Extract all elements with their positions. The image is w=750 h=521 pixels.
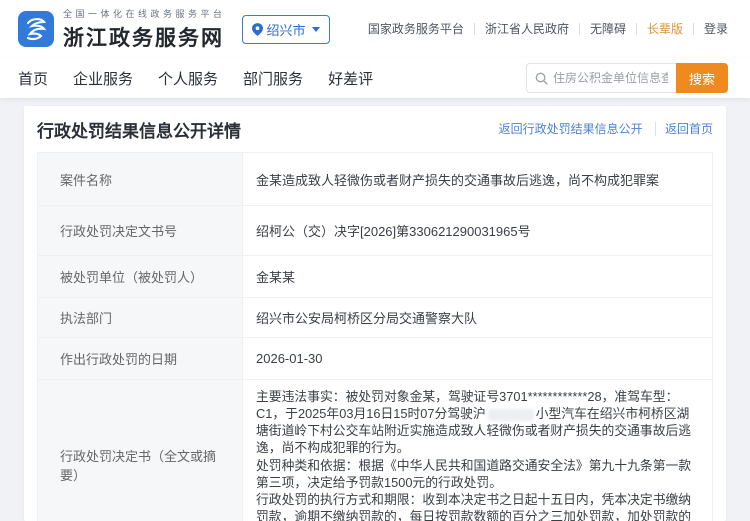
search-button[interactable]: 搜索 — [676, 63, 728, 93]
site-logo-icon — [18, 11, 54, 47]
content-area: 行政处罚结果信息公开详情 返回行政处罚结果信息公开 返回首页 案件名称 金某造成… — [0, 98, 750, 521]
field-label: 行政处罚决定文书号 — [37, 205, 243, 256]
field-label: 执法部门 — [37, 297, 243, 338]
table-row: 案件名称 金某造成致人轻微伤或者财产损失的交通事故后逃逸，尚不构成犯罪案 — [37, 152, 713, 206]
city-selector-label: 绍兴市 — [266, 22, 306, 38]
nav-item-rating[interactable]: 好差评 — [328, 68, 373, 89]
search-box: 搜索 — [526, 63, 728, 93]
chevron-down-icon — [311, 26, 320, 32]
nav-item-department-services[interactable]: 部门服务 — [243, 68, 303, 89]
field-label: 被处罚单位（被处罚人） — [37, 255, 243, 298]
search-field[interactable] — [526, 63, 676, 93]
nav-item-enterprise-services[interactable]: 企业服务 — [73, 68, 133, 89]
brand-text: 全国一体化在线政务服务平台 浙江政务服务网 — [63, 7, 226, 52]
header-links: 返回行政处罚结果信息公开 返回首页 — [490, 122, 713, 136]
decision-paragraph-execution: 行政处罚的执行方式和期限：收到本决定书之日起十五日内，凭本决定书缴纳罚款，逾期不… — [256, 491, 692, 521]
back-to-list-link[interactable]: 返回行政处罚结果信息公开 — [490, 122, 652, 136]
link-elder-version[interactable]: 长辈版 — [635, 23, 693, 35]
card-header: 行政处罚结果信息公开详情 返回行政处罚结果信息公开 返回首页 — [37, 106, 713, 152]
decision-paragraph-basis: 处罚种类和依据：根据《中华人民共和国道路交通安全法》第九十九条第一款第三项，决定… — [256, 457, 692, 490]
site-name: 浙江政务服务网 — [63, 25, 224, 50]
nav-bar: 首页 企业服务 个人服务 部门服务 好差评 搜索 — [0, 58, 750, 98]
field-value: 2026-01-30 — [242, 337, 713, 380]
search-input[interactable] — [553, 71, 668, 85]
table-row: 作出行政处罚的日期 2026-01-30 — [37, 337, 713, 380]
table-row: 被处罚单位（被处罚人） 金某某 — [37, 255, 713, 298]
table-row: 执法部门 绍兴市公安局柯桥区分局交通警察大队 — [37, 297, 713, 338]
field-value: 金某某 — [242, 255, 713, 298]
nav-items: 首页 企业服务 个人服务 部门服务 好差评 — [18, 68, 373, 89]
table-row: 行政处罚决定文书号 绍柯公（交）决字[2026]第330621290031965… — [37, 205, 713, 256]
nav-item-home[interactable]: 首页 — [18, 68, 48, 89]
link-accessibility[interactable]: 无障碍 — [578, 23, 636, 35]
field-label: 案件名称 — [37, 152, 243, 206]
link-provincial-government[interactable]: 浙江省人民政府 — [473, 23, 579, 35]
detail-card: 行政处罚结果信息公开详情 返回行政处罚结果信息公开 返回首页 案件名称 金某造成… — [24, 106, 726, 521]
location-pin-icon — [251, 22, 263, 36]
search-icon — [535, 72, 548, 85]
table-row-decision: 行政处罚决定书（全文或摘要） 主要违法事实：被处罚对象金某，驾驶证号3701**… — [37, 378, 713, 521]
field-value: 绍柯公（交）决字[2026]第330621290031965号 — [242, 205, 713, 256]
top-links: 国家政务服务平台 浙江省人民政府 无障碍 长辈版 登录 — [358, 23, 728, 35]
decision-paragraph-facts: 主要违法事实：被处罚对象金某，驾驶证号3701************28，准驾… — [256, 389, 692, 456]
decision-text: 主要违法事实：被处罚对象金某，驾驶证号3701************28，准驾… — [242, 378, 713, 521]
field-label: 作出行政处罚的日期 — [37, 337, 243, 380]
top-bar: 全国一体化在线政务服务平台 浙江政务服务网 绍兴市 国家政务服务平台 浙江省人民… — [0, 0, 750, 58]
link-login[interactable]: 登录 — [692, 23, 728, 35]
city-selector[interactable]: 绍兴市 — [241, 14, 330, 44]
redacted-license-plate — [487, 408, 534, 421]
page-title: 行政处罚结果信息公开详情 — [37, 121, 241, 141]
brand: 全国一体化在线政务服务平台 浙江政务服务网 绍兴市 — [18, 7, 330, 52]
penalty-detail-table: 案件名称 金某造成致人轻微伤或者财产损失的交通事故后逃逸，尚不构成犯罪案 行政处… — [37, 152, 713, 521]
link-national-platform[interactable]: 国家政务服务平台 — [358, 23, 474, 35]
field-label: 行政处罚决定书（全文或摘要） — [37, 378, 243, 521]
platform-tagline: 全国一体化在线政务服务平台 — [63, 8, 226, 19]
back-to-home-link[interactable]: 返回首页 — [654, 122, 713, 136]
nav-item-personal-services[interactable]: 个人服务 — [158, 68, 218, 89]
field-value: 绍兴市公安局柯桥区分局交通警察大队 — [242, 297, 713, 338]
field-value: 金某造成致人轻微伤或者财产损失的交通事故后逃逸，尚不构成犯罪案 — [242, 152, 713, 206]
